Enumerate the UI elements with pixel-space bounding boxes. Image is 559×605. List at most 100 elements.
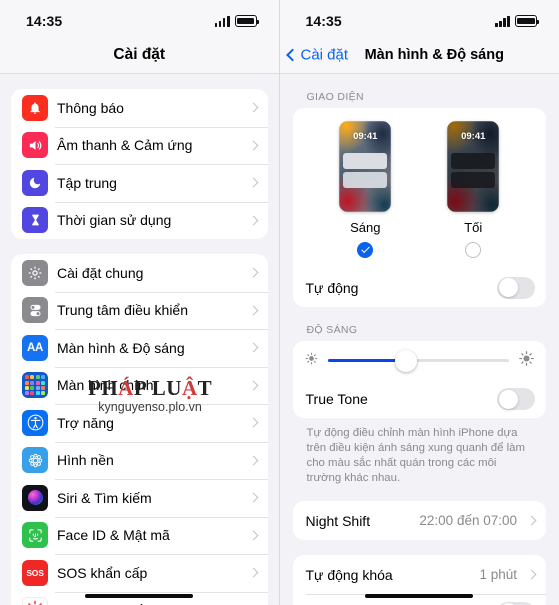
- status-bar-left: 14:35: [0, 0, 279, 36]
- brightness-thumb[interactable]: [394, 349, 417, 372]
- chevron-right-icon: [248, 140, 258, 151]
- display-brightness-screen: 14:35 Cài đặt Màn hình & Độ sáng GIAO DI…: [279, 0, 559, 605]
- appearance-option-dark[interactable]: 09:41 Tối: [447, 121, 500, 258]
- aa-icon: AA: [22, 334, 48, 361]
- appearance-label: Sáng: [350, 220, 381, 235]
- sidebar-item-label: Thông báo: [57, 99, 124, 116]
- sidebar-item-control-center[interactable]: Trung tâm điều khiển: [11, 291, 268, 330]
- chevron-right-icon: [248, 417, 258, 428]
- sidebar-item-label: Hình nền: [57, 452, 114, 469]
- sidebar-item-label: Siri & Tìm kiếm: [57, 489, 152, 506]
- appearance-section-header: GIAO DIỆN: [306, 91, 364, 103]
- home-indicator: [365, 593, 474, 598]
- sidebar-item-home-screen[interactable]: Màn hình chính: [11, 366, 268, 405]
- siri-icon: [22, 484, 48, 511]
- preview-time: 09:41: [461, 131, 486, 142]
- back-button-label: Cài đặt: [300, 46, 349, 63]
- appearance-options: 09:41 Sáng 09:41 Tối: [293, 108, 547, 269]
- page-title: Màn hình & Độ sáng: [364, 46, 504, 63]
- preview-card: [343, 153, 388, 169]
- hourglass-icon: [22, 207, 48, 234]
- status-indicators: [214, 15, 259, 27]
- status-time: 14:35: [305, 13, 342, 29]
- sidebar-item-notifications[interactable]: Thông báo: [11, 89, 268, 127]
- appearance-group: 09:41 Sáng 09:41 Tối Tự động: [292, 108, 547, 307]
- sidebar-item-label: Trợ năng: [57, 414, 114, 431]
- preview-card: [451, 172, 496, 188]
- display-scroll-area[interactable]: GIAO DIỆN 09:41 Sáng 09:41 Tối Tự động Đ…: [280, 74, 559, 605]
- light-mode-radio[interactable]: [357, 242, 374, 258]
- light-mode-preview: 09:41: [339, 121, 392, 212]
- auto-lock-row[interactable]: Tự động khóa 1 phút: [293, 555, 547, 594]
- sidebar-item-label: Tập trung: [57, 174, 117, 191]
- preview-card: [451, 153, 496, 169]
- exposure-notification-icon: [22, 597, 48, 605]
- appearance-option-light[interactable]: 09:41 Sáng: [339, 121, 392, 258]
- cellular-bars-icon: [495, 15, 510, 27]
- back-button[interactable]: Cài đặt: [285, 46, 349, 63]
- sidebar-item-label: Trung tâm điều khiển: [57, 302, 188, 319]
- preview-card: [343, 172, 388, 188]
- sidebar-item-siri-search[interactable]: Siri & Tìm kiếm: [11, 479, 268, 517]
- sidebar-item-sounds-haptics[interactable]: Âm thanh & Cảm ứng: [11, 126, 268, 165]
- chevron-right-icon: [248, 305, 258, 316]
- sidebar-item-accessibility[interactable]: Trợ năng: [11, 404, 268, 442]
- sidebar-item-label: Face ID & Mật mã: [57, 527, 170, 544]
- night-shift-value: 22:00 đến 07:00: [419, 513, 517, 528]
- gear-icon: [22, 259, 48, 286]
- sidebar-item-wallpaper[interactable]: Hình nền: [11, 441, 268, 480]
- brightness-low-icon: [304, 351, 319, 371]
- wallpaper-icon: [22, 447, 48, 474]
- accessibility-icon: [22, 409, 48, 436]
- chevron-right-icon: [248, 492, 258, 503]
- night-shift-row[interactable]: Night Shift 22:00 đến 07:00: [293, 501, 547, 540]
- cellular-bars-icon: [214, 15, 230, 27]
- battery-icon: [234, 15, 259, 27]
- true-tone-toggle[interactable]: [497, 388, 535, 411]
- settings-group-1: Thông báo Âm thanh & Cảm ứng Tập trung T…: [11, 89, 268, 239]
- sidebar-item-label: Âm thanh & Cảm ứng: [57, 137, 193, 154]
- brightness-high-icon: [518, 350, 535, 372]
- sidebar-item-faceid-passcode[interactable]: Face ID & Mật mã: [11, 516, 268, 555]
- speaker-icon: [22, 132, 48, 159]
- chevron-right-icon: [248, 267, 258, 278]
- chevron-right-icon: [248, 102, 258, 113]
- dark-mode-radio[interactable]: [465, 242, 482, 258]
- sidebar-item-label: Màn hình chính: [57, 377, 154, 394]
- sos-icon: SOS: [22, 559, 48, 586]
- auto-lock-value: 1 phút: [479, 567, 517, 582]
- night-shift-group: Night Shift 22:00 đến 07:00: [292, 501, 547, 540]
- brightness-group: True Tone: [292, 340, 547, 419]
- auto-lock-label: Tự động khóa: [305, 566, 393, 583]
- chevron-right-icon: [526, 515, 537, 526]
- home-indicator: [85, 593, 194, 598]
- auto-appearance-label: Tự động: [305, 279, 359, 296]
- brightness-track[interactable]: [327, 349, 509, 372]
- sidebar-item-emergency-sos[interactable]: SOS SOS khẩn cấp: [11, 554, 268, 592]
- navbar-right: Cài đặt Màn hình & Độ sáng: [279, 36, 559, 74]
- brightness-slider-row[interactable]: [293, 341, 547, 381]
- sidebar-item-screen-time[interactable]: Thời gian sử dụng: [11, 201, 268, 240]
- navbar-left: Cài đặt: [0, 36, 279, 74]
- moon-icon: [22, 169, 48, 196]
- chevron-right-icon: [248, 455, 258, 466]
- night-shift-label: Night Shift: [305, 512, 371, 529]
- sidebar-item-focus[interactable]: Tập trung: [11, 164, 268, 202]
- chevron-right-icon: [248, 567, 258, 578]
- sidebar-item-label: Màn hình & Độ sáng: [57, 339, 185, 356]
- sidebar-item-label: SOS khẩn cấp: [57, 564, 148, 581]
- dual-screen-comparison: 14:35 Cài đặt Thông báo Âm thanh & Cảm ứ…: [0, 0, 559, 605]
- settings-scroll-area[interactable]: Thông báo Âm thanh & Cảm ứng Tập trung T…: [0, 74, 279, 605]
- true-tone-description: Tự động điều chỉnh màn hình iPhone dựa t…: [306, 427, 525, 484]
- auto-appearance-toggle[interactable]: [497, 276, 535, 299]
- sidebar-item-general[interactable]: Cài đặt chung: [11, 254, 268, 292]
- appearance-label: Tối: [464, 220, 483, 235]
- auto-appearance-row[interactable]: Tự động: [293, 269, 547, 307]
- true-tone-label: True Tone: [305, 391, 368, 408]
- chevron-right-icon: [248, 380, 258, 391]
- chevron-right-icon: [526, 569, 537, 580]
- sidebar-item-display-brightness[interactable]: AA Màn hình & Độ sáng: [11, 329, 268, 367]
- bell-icon: [22, 94, 48, 121]
- true-tone-row[interactable]: True Tone: [293, 381, 547, 419]
- dark-mode-preview: 09:41: [447, 121, 500, 212]
